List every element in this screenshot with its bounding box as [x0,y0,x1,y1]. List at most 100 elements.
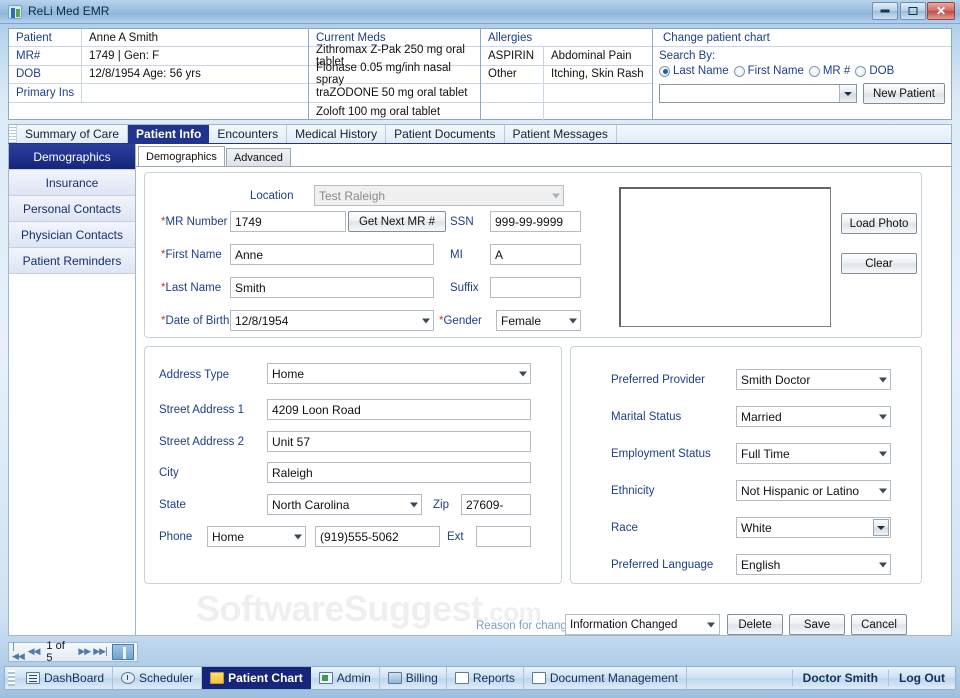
load-photo-button[interactable]: Load Photo [841,213,917,234]
patient-value: Anne A Smith [81,29,308,47]
preferred-language-combo[interactable]: English [736,554,891,575]
chevron-down-icon [422,318,430,323]
taskbar-item-reports[interactable]: Reports [447,667,524,689]
logout-button[interactable]: Log Out [888,670,955,686]
race-value: White [741,520,772,535]
sidebar-item-physician-contacts[interactable]: Physician Contacts [9,222,135,248]
tab-patient-info[interactable]: Patient Info [128,125,210,143]
previous-record-button[interactable]: ◀◀ [28,647,41,657]
preferred-provider-value: Smith Doctor [741,372,811,387]
ethnicity-combo[interactable]: Not Hispanic or Latino [736,480,891,501]
close-button[interactable]: ✕ [927,2,955,20]
chevron-down-icon[interactable] [873,519,889,536]
first-record-button[interactable]: |◀◀ [12,642,25,662]
clock-icon [121,672,136,684]
get-next-mr-button[interactable]: Get Next MR # [348,211,446,232]
tab-patient-messages[interactable]: Patient Messages [505,125,617,143]
maximize-button[interactable] [900,2,926,20]
phone-type-combo[interactable]: Home [207,526,306,547]
chevron-down-icon[interactable] [839,85,856,102]
radio-dob[interactable]: DOB [855,65,894,77]
date-of-birth-combo[interactable]: 12/8/1954 [230,310,434,331]
radio-first-name-icon[interactable] [733,65,745,77]
subtab-advanced[interactable]: Advanced [225,148,291,166]
sidebar-item-personal-contacts[interactable]: Personal Contacts [9,196,135,222]
zip-input[interactable]: 27609- [461,494,531,515]
marital-status-combo[interactable]: Married [736,406,891,427]
street-address-1-input[interactable]: 4209 Loon Road [267,399,531,420]
preferred-provider-combo[interactable]: Smith Doctor [736,369,891,390]
mr-number-input[interactable]: 1749 [230,211,346,232]
chevron-down-icon [879,414,887,419]
race-combo[interactable]: White [736,517,891,538]
street-address-2-input[interactable]: Unit 57 [267,431,531,452]
taskbar-item-admin[interactable]: Admin [311,667,380,689]
address-type-combo[interactable]: Home [267,363,531,384]
current-meds-header: Current Meds [316,31,386,44]
radio-first-name[interactable]: First Name [733,65,804,77]
taskbar-item-patient-chart[interactable]: Patient Chart [202,667,311,689]
minimize-button[interactable] [872,2,898,20]
delete-button[interactable]: Delete [727,614,783,635]
subtab-demographics[interactable]: Demographics [138,146,225,166]
patient-info-row: Primary Ins [9,84,308,103]
save-button[interactable]: Save [789,614,845,635]
reason-for-change-combo[interactable]: Information Changed [565,614,720,635]
folder-icon [210,672,225,684]
clear-photo-button[interactable]: Clear [841,253,917,274]
taskbar-item-label: DashBoard [44,671,105,685]
state-value: North Carolina [272,497,350,512]
radio-dob-icon[interactable] [855,65,867,77]
taskbar-item-dashboard[interactable]: DashBoard [18,667,114,689]
last-name-input[interactable]: Smith [230,277,434,298]
current-user-label: Doctor Smith [791,670,888,686]
next-record-button[interactable]: ▶▶ [78,647,91,657]
first-name-input[interactable]: Anne [230,244,434,265]
chevron-down-icon [707,622,715,627]
suffix-input[interactable] [490,277,581,298]
taskbar-item-scheduler[interactable]: Scheduler [113,667,203,689]
date-of-birth-value: 12/8/1954 [235,313,289,328]
record-scroll-handle[interactable] [112,644,134,660]
radio-mr-number[interactable]: MR # [808,65,850,77]
new-patient-button[interactable]: New Patient [863,83,946,104]
cancel-button[interactable]: Cancel [851,614,907,635]
employment-status-value: Full Time [741,446,790,461]
tab-encounters[interactable]: Encounters [209,125,288,143]
primary-ins-value [81,84,308,102]
sidebar-item-demographics[interactable]: Demographics [9,144,135,170]
mi-input[interactable]: A [490,244,581,265]
taskbar-item-document-management[interactable]: Document Management [524,667,687,689]
close-icon: ✕ [935,4,947,18]
street-address-2-label: Street Address 2 [159,436,245,448]
radio-last-name[interactable]: Last Name [659,65,729,77]
tab-patient-documents[interactable]: Patient Documents [386,125,505,143]
tab-medical-history[interactable]: Medical History [287,125,387,143]
sidebar-item-patient-reminders[interactable]: Patient Reminders [9,248,135,274]
med-row: Flonase 0.05 mg/inh nasal spray [309,62,480,86]
sub-tab-strip: Demographics Advanced [138,146,292,166]
patient-search-combo[interactable] [659,84,857,103]
green-square-icon [318,672,333,684]
state-combo[interactable]: North Carolina [267,494,422,515]
radio-last-name-icon[interactable] [659,65,670,77]
city-input[interactable]: Raleigh [267,462,531,483]
main-tab-strip: Summary of Care Patient Info Encounters … [8,124,952,144]
ssn-input[interactable]: 999-99-9999 [490,211,581,232]
radio-mr-number-icon[interactable] [808,65,820,77]
chevron-down-icon [410,502,418,507]
sidebar-item-insurance[interactable]: Insurance [9,170,135,196]
change-chart-title: Change patient chart [653,29,951,47]
phone-number-input[interactable]: (919)555-5062 [315,526,440,547]
gender-combo[interactable]: Female [496,310,581,331]
tab-summary-of-care[interactable]: Summary of Care [17,125,129,143]
current-meds-block: Current Meds Zithromax Z-Pak 250 mg oral… [309,29,481,119]
taskbar-item-label: Patient Chart [228,671,303,685]
location-combo[interactable]: Test Raleigh [314,185,564,206]
city-label: City [159,467,179,479]
ext-input[interactable] [476,526,531,547]
taskbar-item-billing[interactable]: Billing [380,667,447,689]
last-record-button[interactable]: ▶▶| [93,647,108,657]
chevron-down-icon [879,377,887,382]
employment-status-combo[interactable]: Full Time [736,443,891,464]
